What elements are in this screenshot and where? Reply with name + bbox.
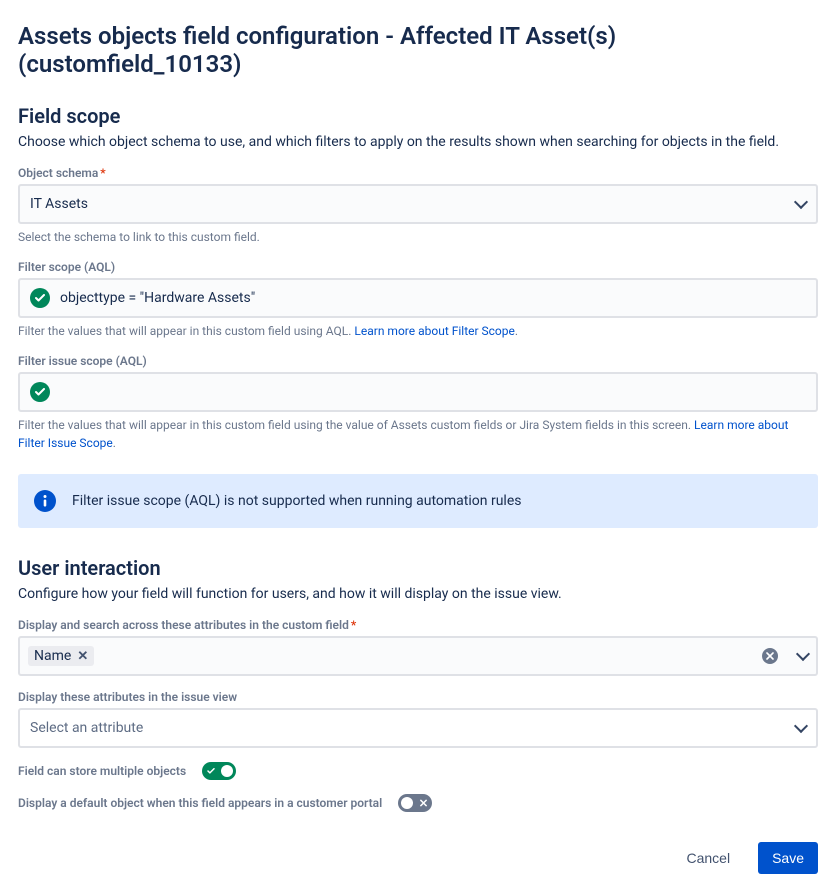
filter-scope-label: Filter scope (AQL) — [18, 260, 818, 274]
filter-issue-scope-input[interactable] — [18, 372, 818, 412]
object-schema-value: IT Assets — [30, 196, 796, 212]
display-issue-view-attributes-label: Display these attributes in the issue vi… — [18, 690, 818, 704]
filter-issue-scope-info-banner: Filter issue scope (AQL) is not supporte… — [18, 474, 818, 528]
object-schema-select[interactable]: IT Assets — [18, 184, 818, 224]
filter-scope-helper: Filter the values that will appear in th… — [18, 322, 818, 340]
user-interaction-description: Configure how your field will function f… — [18, 586, 818, 602]
filter-scope-helper-suffix: . — [515, 324, 518, 338]
display-issue-view-attributes-select[interactable]: Select an attribute — [18, 708, 818, 748]
clear-all-icon[interactable] — [762, 648, 778, 664]
filter-scope-learn-more-link[interactable]: Learn more about Filter Scope — [354, 324, 514, 338]
default-object-portal-toggle-label: Display a default object when this field… — [18, 796, 382, 810]
filter-scope-helper-prefix: Filter the values that will appear in th… — [18, 324, 354, 338]
chevron-down-icon — [794, 719, 808, 733]
filter-issue-scope-label: Filter issue scope (AQL) — [18, 354, 818, 368]
object-schema-helper: Select the schema to link to this custom… — [18, 228, 818, 246]
save-button[interactable]: Save — [758, 842, 818, 874]
remove-tag-icon[interactable]: ✕ — [77, 649, 88, 664]
check-icon — [207, 768, 215, 774]
display-search-attributes-label-text: Display and search across these attribut… — [18, 618, 349, 632]
display-search-attributes-label: Display and search across these attribut… — [18, 618, 818, 632]
filter-scope-value: objecttype = "Hardware Assets" — [60, 290, 255, 306]
chevron-down-icon — [796, 647, 810, 661]
cancel-button[interactable]: Cancel — [672, 842, 744, 874]
info-banner-text: Filter issue scope (AQL) is not supporte… — [72, 493, 521, 509]
page-title: Assets objects field configuration - Aff… — [18, 22, 818, 78]
display-search-attributes-select[interactable]: Name ✕ — [18, 636, 818, 676]
close-icon — [420, 800, 427, 807]
filter-issue-scope-helper: Filter the values that will appear in th… — [18, 416, 818, 452]
info-icon — [34, 490, 56, 512]
field-scope-heading: Field scope — [18, 104, 818, 128]
chevron-down-icon — [794, 195, 808, 209]
attribute-tag: Name ✕ — [28, 646, 94, 666]
multiple-objects-toggle[interactable] — [202, 762, 236, 780]
object-schema-label: Object schema* — [18, 166, 818, 180]
required-asterisk: * — [100, 166, 105, 180]
filter-issue-scope-helper-suffix: . — [113, 436, 116, 450]
multiple-objects-toggle-label: Field can store multiple objects — [18, 764, 186, 778]
default-object-portal-toggle[interactable] — [398, 794, 432, 812]
required-asterisk: * — [351, 618, 356, 632]
field-scope-description: Choose which object schema to use, and w… — [18, 134, 818, 150]
filter-issue-scope-helper-prefix: Filter the values that will appear in th… — [18, 418, 694, 432]
check-circle-icon — [30, 288, 50, 308]
filter-scope-input[interactable]: objecttype = "Hardware Assets" — [18, 278, 818, 318]
check-circle-icon — [30, 382, 50, 402]
attribute-tag-label: Name — [34, 648, 71, 664]
object-schema-label-text: Object schema — [18, 166, 98, 180]
display-issue-view-attributes-placeholder: Select an attribute — [30, 720, 796, 736]
user-interaction-heading: User interaction — [18, 556, 818, 580]
